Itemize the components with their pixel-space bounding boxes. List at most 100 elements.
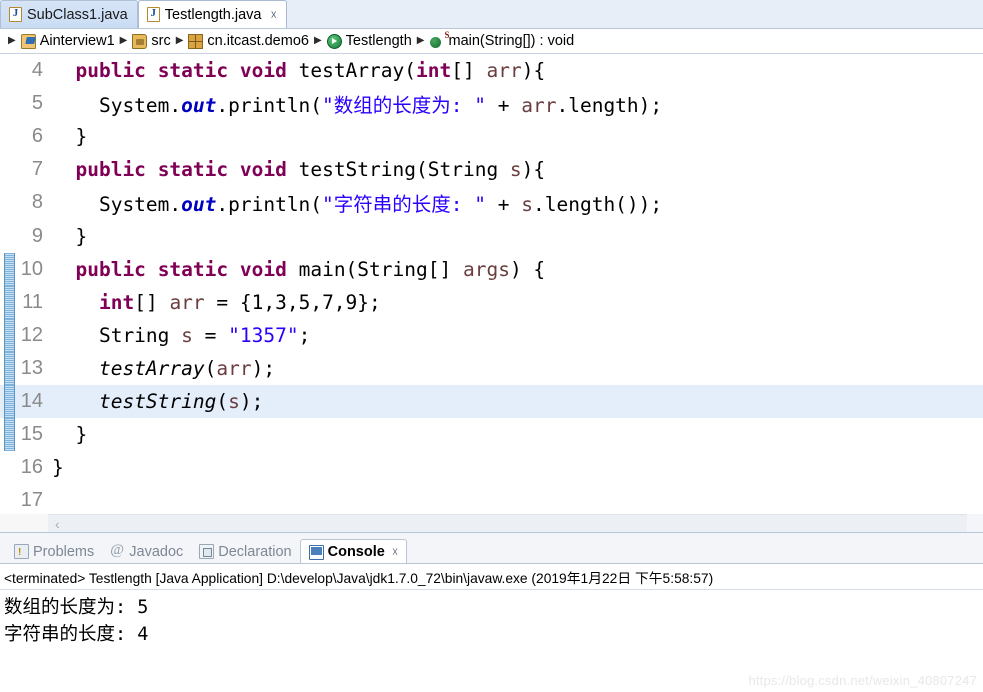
code-token: .length()); <box>533 193 663 217</box>
console-view[interactable]: <terminated> Testlength [Java Applicatio… <box>0 563 983 692</box>
code-token: ; <box>298 323 311 347</box>
code-token: static <box>157 59 229 83</box>
tab-console[interactable]: Console ☓ <box>299 539 408 564</box>
line-number: 7 <box>31 158 43 181</box>
code-editor[interactable]: 4 public static void testArray(int[] arr… <box>0 54 983 514</box>
code-line[interactable]: 9 } <box>0 219 983 252</box>
code-token: s <box>521 193 533 217</box>
view-tab-label: Javadoc <box>129 543 184 560</box>
code-token: s <box>181 323 193 347</box>
breadcrumb-label: cn.itcast.demo6 <box>207 33 309 49</box>
close-icon[interactable]: ☓ <box>392 545 398 559</box>
code-token: } <box>52 125 88 149</box>
code-line[interactable]: 13 testArray(arr); <box>0 351 983 385</box>
code-line[interactable]: 6 } <box>0 120 983 153</box>
breadcrumb-item-package[interactable]: cn.itcast.demo6 <box>188 33 309 49</box>
editor-tab-subclass1[interactable]: SubClass1.java <box>0 0 138 28</box>
close-icon[interactable]: ☓ <box>270 9 276 21</box>
code-token: = {1,3,5,7,9}; <box>204 290 381 314</box>
code-text: testString(s); <box>48 390 983 413</box>
chevron-right-icon: ▶ <box>119 35 128 46</box>
java-file-icon <box>146 7 160 22</box>
change-bar-marker <box>4 418 15 452</box>
code-token: ); <box>251 356 276 380</box>
tab-problems[interactable]: Problems <box>6 539 102 564</box>
view-tab-label: Console <box>327 544 385 560</box>
change-bar-marker <box>4 351 15 385</box>
code-token: static <box>157 158 229 182</box>
code-token: .println( <box>216 193 323 217</box>
console-icon <box>308 544 324 560</box>
code-line[interactable]: 5 System.out.println("数组的长度为: " + arr.le… <box>0 87 983 120</box>
tab-javadoc[interactable]: Javadoc <box>102 539 191 564</box>
code-token: arr <box>169 290 205 314</box>
code-token: ( <box>216 389 229 413</box>
code-token: } <box>52 224 88 248</box>
tab-declaration[interactable]: Declaration <box>191 539 299 564</box>
code-token: s <box>509 158 522 182</box>
view-tab-label: Problems <box>33 543 95 560</box>
code-token: ( <box>204 356 217 380</box>
code-token: testString <box>98 389 217 413</box>
problems-icon <box>14 544 29 559</box>
code-token: public <box>75 59 146 83</box>
code-token: .println( <box>216 94 323 118</box>
code-token: arr <box>521 94 557 118</box>
line-number: 17 <box>20 489 43 512</box>
code-token: int <box>98 290 135 314</box>
chevron-right-icon: ▶ <box>8 35 16 46</box>
code-token: int <box>416 59 452 83</box>
editor-tab-testlength[interactable]: Testlength.java ☓ <box>137 0 287 28</box>
code-token: public <box>75 158 146 182</box>
code-line[interactable]: 12 String s = "1357"; <box>0 318 983 352</box>
console-launch-header: <terminated> Testlength [Java Applicatio… <box>0 564 983 590</box>
code-line[interactable]: 8 System.out.println("字符串的长度: " + s.leng… <box>0 186 983 219</box>
code-text: } <box>48 225 983 248</box>
breadcrumb-item-method[interactable]: S main(String[]) : void <box>429 30 574 49</box>
code-text: } <box>48 456 983 479</box>
code-token: void <box>239 257 287 281</box>
line-number: 5 <box>31 92 43 115</box>
code-text: String s = "1357"; <box>48 324 983 347</box>
code-line[interactable]: 7 public static void testString(String s… <box>0 153 983 186</box>
watermark: https://blog.csdn.net/weixin_40807247 <box>748 673 977 688</box>
javadoc-icon <box>110 542 125 559</box>
breadcrumb-item-class[interactable]: Testlength <box>326 33 412 49</box>
code-line[interactable]: 11 int[] arr = {1,3,5,7,9}; <box>0 285 983 319</box>
code-line[interactable]: 16} <box>0 451 983 484</box>
code-line[interactable]: 4 public static void testArray(int[] arr… <box>0 54 983 87</box>
view-tab-label: Declaration <box>218 543 292 560</box>
code-token: = <box>192 323 229 347</box>
code-token: .length); <box>556 94 663 118</box>
class-icon <box>326 33 342 49</box>
code-lines[interactable]: 4 public static void testArray(int[] arr… <box>0 54 983 514</box>
code-token: out <box>181 193 217 217</box>
code-token: args <box>462 257 510 281</box>
code-token: ); <box>239 389 264 413</box>
code-line[interactable]: 10 public static void main(String[] args… <box>0 252 983 286</box>
code-token: "1357" <box>228 323 299 347</box>
code-token: out <box>181 94 217 118</box>
code-token: } <box>52 423 88 447</box>
code-line[interactable]: 14 testString(s); <box>0 384 983 419</box>
change-bar-marker <box>4 318 15 352</box>
code-line[interactable]: 15 } <box>0 418 983 452</box>
scroll-left-arrow-icon[interactable]: ‹ <box>55 516 60 532</box>
code-token: "字符串的长度: " <box>322 193 487 217</box>
code-token: System. <box>52 94 182 118</box>
code-token: ){ <box>521 158 546 182</box>
breadcrumb-item-src[interactable]: src <box>132 33 171 49</box>
editor-horizontal-scrollbar[interactable]: ‹ <box>48 514 967 532</box>
code-text: public static void main(String[] args) { <box>48 258 983 281</box>
breadcrumb-item-project[interactable]: Ainterview1 <box>20 33 115 49</box>
code-line[interactable]: 17 <box>0 484 983 514</box>
code-text: System.out.println("字符串的长度: " + s.length… <box>48 188 983 217</box>
code-text: public static void testArray(int[] arr){ <box>48 59 983 82</box>
